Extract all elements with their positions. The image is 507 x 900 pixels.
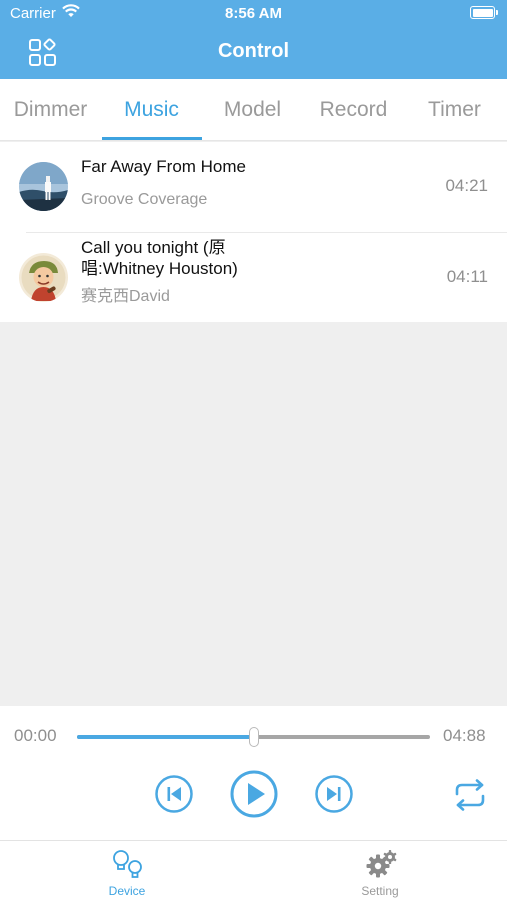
- song-artist: Groove Coverage: [81, 191, 208, 208]
- tab-device-label: Device: [108, 884, 146, 898]
- progress-slider[interactable]: [77, 727, 430, 747]
- song-title: Far Away From Home: [81, 157, 247, 176]
- list-item[interactable]: Far Away From Home Groove Coverage 04:21: [0, 142, 507, 232]
- song-title-line-2: 唱:Whitney Houston): [81, 259, 238, 278]
- previous-icon[interactable]: [155, 775, 193, 818]
- next-icon[interactable]: [315, 775, 353, 818]
- tab-setting-label: Setting: [361, 884, 399, 898]
- progress-thumb[interactable]: [248, 727, 259, 747]
- bottom-tab-bar: Device Setting: [0, 840, 507, 900]
- song-duration: 04:21: [445, 176, 488, 195]
- tab-device[interactable]: Device: [67, 841, 187, 900]
- page-title: Control: [217, 40, 290, 62]
- list-item[interactable]: Call you tonight (原 唱:Whitney Houston) 赛…: [19, 232, 507, 322]
- tab-bar: Dimmer Music Model Record Timer: [0, 79, 507, 141]
- tab-setting[interactable]: Setting: [320, 841, 440, 900]
- battery-icon: [470, 6, 498, 19]
- status-time: 8:56 AM: [225, 5, 282, 22]
- repeat-icon[interactable]: [453, 779, 487, 816]
- device-bulbs-icon: [111, 848, 145, 887]
- total-time: 04:88: [443, 726, 486, 745]
- album-cover-icon: [19, 253, 68, 302]
- nav-header: Carrier 8:56 AM Control: [0, 0, 507, 79]
- song-artist: 赛克西David: [81, 288, 170, 305]
- tab-timer[interactable]: Timer: [404, 79, 505, 140]
- status-bar: Carrier 8:56 AM: [0, 0, 507, 28]
- tab-record[interactable]: Record: [303, 79, 404, 140]
- elapsed-time: 00:00: [14, 726, 57, 745]
- play-icon[interactable]: [230, 770, 278, 823]
- tab-model[interactable]: Model: [202, 79, 303, 140]
- music-player: 00:00 04:88: [0, 706, 507, 840]
- song-duration: 04:11: [446, 267, 488, 286]
- album-cover-icon: [19, 162, 68, 211]
- tab-dimmer[interactable]: Dimmer: [0, 79, 101, 140]
- gears-icon: [364, 848, 398, 887]
- song-list: Far Away From Home Groove Coverage 04:21: [0, 142, 507, 322]
- song-title-line-1: Call you tonight (原: [81, 238, 226, 257]
- tab-music[interactable]: Music: [101, 79, 202, 140]
